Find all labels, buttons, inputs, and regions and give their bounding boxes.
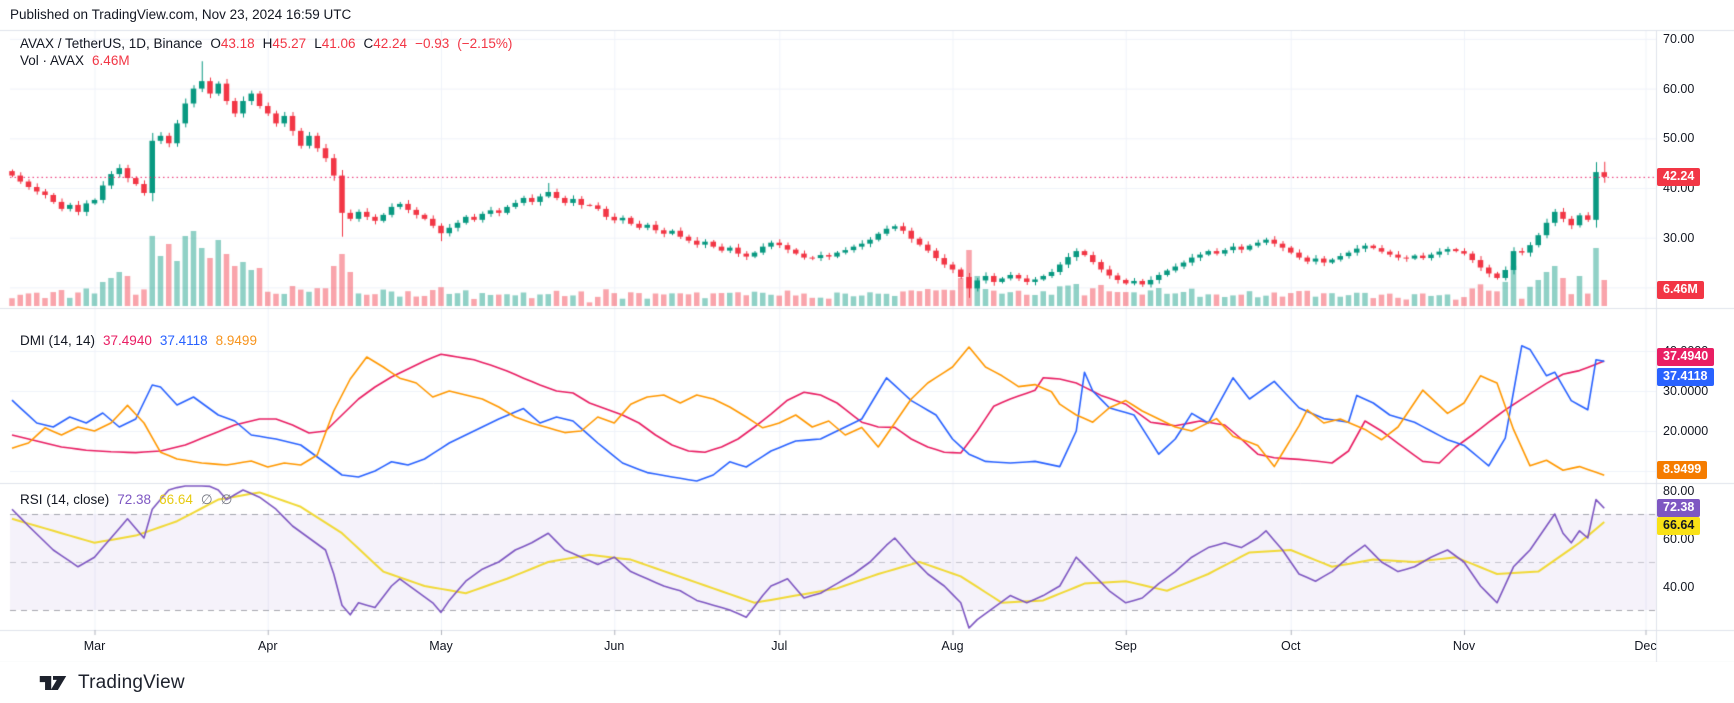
footer-bar: TradingView (0, 662, 1734, 703)
published-bar: Published on TradingView.com, Nov 23, 20… (10, 7, 352, 22)
open-label: O43.18 (210, 36, 255, 51)
volume-legend[interactable]: Vol · AVAX 6.46M (20, 53, 132, 68)
close-value: 42.24 (373, 36, 408, 51)
price-tick: 70.00 (1663, 31, 1695, 46)
volume-label: Vol · AVAX (20, 53, 85, 68)
plus-di-badge: 37.4118 (1657, 368, 1714, 386)
tradingview-logo-icon[interactable] (38, 672, 68, 694)
time-axis-label-aug: Aug (941, 639, 964, 653)
dmi-tick: 20.0000 (1663, 424, 1709, 438)
last-price-badge: 42.24 (1657, 167, 1701, 186)
plus-di-value: 37.4118 (159, 333, 208, 348)
rsi-tick: 40.00 (1663, 580, 1695, 594)
volume-badge: 6.46M (1657, 281, 1704, 299)
time-axis-label-may: May (429, 639, 453, 653)
change-value: −0.93 (415, 36, 450, 51)
price-tick: 60.00 (1663, 81, 1695, 96)
price-tick: 50.00 (1663, 131, 1695, 146)
rsi-upper-band-value: ∅ (200, 492, 213, 507)
rsi-tick: 80.00 (1663, 484, 1695, 498)
time-axis-label-dec: Dec (1634, 639, 1657, 653)
adx-value: 37.4940 (103, 333, 152, 348)
symbol-title: AVAX / TetherUS, 1D, Binance (20, 36, 203, 51)
high-label: H45.27 (262, 36, 307, 51)
high-value: 45.27 (272, 36, 307, 51)
dmi-tick: 30.0000 (1663, 384, 1709, 398)
time-scale[interactable] (0, 630, 1656, 661)
minus-di-badge: 8.9499 (1657, 461, 1708, 479)
low-value: 41.06 (321, 36, 356, 51)
minus-di-value: 8.9499 (215, 333, 257, 348)
rsi-ma-badge: 66.64 (1657, 517, 1701, 535)
tradingview-published-chart: Published on TradingView.com, Nov 23, 20… (0, 0, 1734, 703)
rsi-lower-band-value: ∅ (220, 492, 233, 507)
time-axis-label-nov: Nov (1452, 639, 1476, 653)
volume-value: 6.46M (92, 53, 130, 68)
price-tick: 30.00 (1663, 230, 1695, 245)
time-axis-label-jul: Jul (771, 639, 788, 653)
rsi-value: 72.38 (117, 492, 152, 507)
time-axis-label-sep: Sep (1114, 639, 1137, 653)
rsi-legend[interactable]: RSI (14, close) 72.38 66.64 ∅ ∅ (20, 492, 234, 508)
close-label: C42.24 (363, 36, 408, 51)
time-axis-label-mar: Mar (83, 639, 106, 653)
change-pct-value: (−2.15%) (457, 36, 513, 51)
open-value: 43.18 (220, 36, 255, 51)
adx-badge: 37.4940 (1657, 348, 1715, 366)
dmi-legend[interactable]: DMI (14, 14) 37.4940 37.4118 8.9499 (20, 333, 259, 348)
symbol-legend[interactable]: AVAX / TetherUS, 1D, Binance O43.18 H45.… (20, 36, 514, 51)
dmi-title: DMI (14, 14) (20, 333, 96, 348)
rsi-title: RSI (14, close) (20, 492, 110, 507)
time-axis-label-oct: Oct (1281, 639, 1301, 653)
rsi-ma-value: 66.64 (159, 492, 193, 507)
chart-plot-canvas[interactable] (0, 0, 1734, 703)
footer-brand[interactable]: TradingView (78, 672, 185, 694)
time-axis-label-apr: Apr (258, 639, 278, 653)
time-axis-label-jun: Jun (604, 639, 625, 653)
rsi-badge: 72.38 (1657, 499, 1701, 517)
low-label: L41.06 (314, 36, 356, 51)
